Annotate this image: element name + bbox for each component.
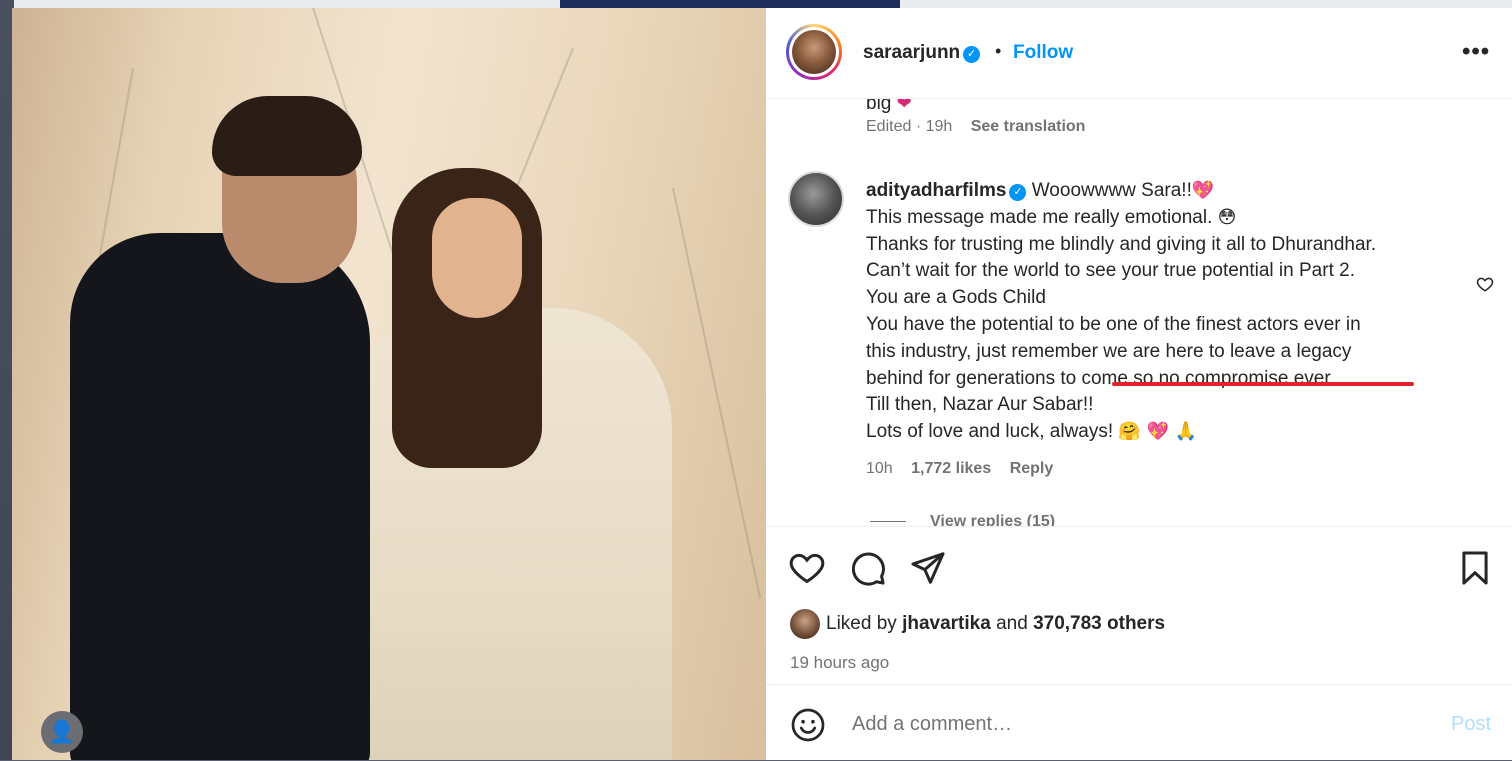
post-actions: Liked by jhavartika and 370,783 others 1… [766, 526, 1512, 687]
comment-line: You have the potential to be one of the … [866, 313, 1361, 335]
caption-tail: big ❤ [866, 99, 912, 114]
top-strip-accent [560, 0, 900, 8]
comment-icon[interactable] [849, 549, 887, 587]
verified-icon: ✓ [963, 46, 981, 63]
marble-vein [672, 187, 762, 599]
share-icon[interactable] [909, 549, 947, 587]
photo-man-jacket [70, 233, 370, 760]
liked-by-user[interactable]: jhavartika [902, 613, 991, 634]
comment-line: Can’t wait for the world to see your tru… [866, 260, 1355, 282]
post-details-panel: saraarjunn ✓ • Follow ••• big ❤ Edited · … [766, 8, 1512, 760]
commenter-username[interactable]: adityadharfilms [866, 180, 1006, 201]
comment-line: Lots of love and luck, always! 🤗 💖 🙏 [866, 421, 1198, 443]
comment-like-heart-icon[interactable] [1476, 275, 1494, 299]
author-avatar[interactable] [786, 24, 842, 80]
comment-likes[interactable]: 1,772 likes [911, 460, 991, 477]
author-username-row[interactable]: saraarjunn ✓ [863, 42, 981, 64]
add-comment-bar: Post [766, 684, 1512, 761]
liked-by-avatar[interactable] [790, 609, 820, 639]
photo-woman-face [432, 198, 522, 318]
view-replies-button[interactable]: View replies (15) [870, 513, 1055, 526]
comment-line: behind for generations to come so no com… [866, 367, 1335, 389]
browser-top-strip [0, 0, 1512, 8]
post-header: saraarjunn ✓ • Follow ••• [766, 8, 1512, 99]
author-username[interactable]: saraarjunn [863, 42, 960, 63]
post-photo[interactable]: 👤 [12, 8, 766, 760]
bookmark-icon[interactable] [1456, 549, 1494, 587]
header-separator: • [995, 41, 1002, 61]
likes-count[interactable]: 370,783 others [1033, 613, 1165, 634]
see-translation-link[interactable]: See translation [971, 118, 1086, 135]
reply-button[interactable]: Reply [1010, 460, 1054, 477]
commenter-avatar[interactable] [788, 171, 844, 227]
caption-meta: Edited · 19h See translation [866, 118, 1085, 136]
post-button[interactable]: Post [1451, 713, 1491, 736]
comment-line: this industry, just remember we are here… [866, 340, 1352, 362]
edited-label: Edited · 19h [866, 118, 953, 135]
comment-input[interactable] [850, 707, 1414, 741]
emoji-icon[interactable] [790, 707, 826, 743]
comment-line: You are a Gods Child [866, 287, 1046, 309]
photo-man-hair [212, 96, 362, 176]
more-icon[interactable]: ••• [1462, 38, 1490, 66]
comment-meta: 10h 1,772 likes Reply [866, 460, 1053, 478]
comments-list[interactable]: big ❤ Edited · 19h See translation adity… [766, 99, 1512, 526]
comment-line: This message made me really emotional. 😳 [866, 206, 1237, 228]
comment-time: 10h [866, 460, 893, 477]
comment-line: Till then, Nazar Aur Sabar!! [866, 394, 1094, 416]
post-timestamp[interactable]: 19 hours ago [790, 653, 889, 673]
liked-by-row: Liked by jhavartika and 370,783 others [790, 609, 1165, 639]
heart-icon[interactable] [788, 549, 826, 587]
comment-text: adityadharfilms ✓ Wooowwww Sara!!💖 This m… [866, 178, 1456, 446]
verified-icon: ✓ [1009, 184, 1027, 201]
comment-line: Thanks for trusting me blindly and givin… [866, 233, 1377, 255]
follow-button[interactable]: Follow [1013, 42, 1073, 64]
red-underline-annotation [1112, 382, 1414, 386]
comment-line: adityadharfilms ✓ Wooowwww Sara!!💖 [866, 180, 1215, 201]
user-icon[interactable]: 👤 [41, 711, 83, 753]
